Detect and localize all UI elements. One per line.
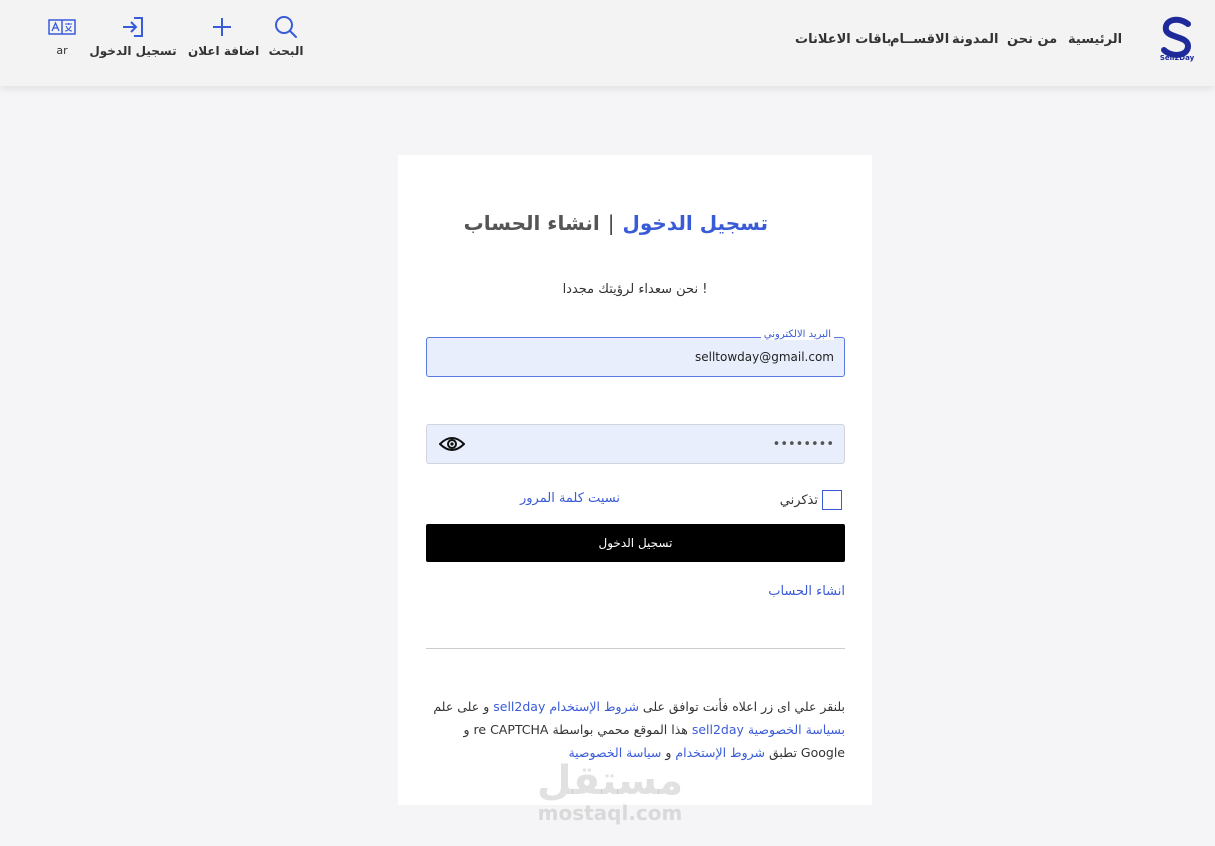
eye-icon[interactable] <box>439 435 465 453</box>
search-label: البحث <box>268 44 304 58</box>
tab-separator: | <box>607 211 615 235</box>
password-field-wrapper <box>426 424 845 464</box>
privacy-policy-link[interactable]: بسياسة الخصوصية sell2day <box>692 722 845 737</box>
watermark: مستقل mostaql.com <box>520 760 700 824</box>
terms-text-2: و على علم <box>433 699 494 714</box>
watermark-english: mostaql.com <box>537 801 683 825</box>
forgot-password-link[interactable]: نسيت كلمة المرور <box>520 491 620 506</box>
add-ad-label: اضافة اعلان <box>188 44 260 58</box>
login-button[interactable]: تسجيل الدخول <box>88 14 178 58</box>
auth-tabs: تسجيل الدخول | انشاء الحساب <box>464 211 768 235</box>
watermark-arabic: مستقل <box>536 758 684 804</box>
logo-text: Sell2Day <box>1159 54 1195 62</box>
search-button[interactable]: البحث <box>266 14 306 58</box>
terms-notice: بلنقر علي اى زر اعلاه فأنت توافق على شرو… <box>426 695 845 764</box>
terms-of-use-link[interactable]: شروط الإستخدام sell2day <box>493 699 639 714</box>
tab-login[interactable]: تسجيل الدخول <box>623 211 768 235</box>
email-input[interactable] <box>427 338 844 376</box>
login-submit-button[interactable]: تسجيل الدخول <box>426 524 845 562</box>
login-arrow-icon <box>123 17 143 37</box>
top-header: Sell2Day الرئيسية من نحن المدونة الاقســ… <box>0 0 1215 86</box>
password-input[interactable] <box>427 425 844 463</box>
nav-about[interactable]: من نحن <box>1007 32 1057 47</box>
create-account-link[interactable]: انشاء الحساب <box>768 584 845 599</box>
divider <box>426 648 845 649</box>
nav-sections[interactable]: الاقســام <box>890 32 949 47</box>
remember-checkbox[interactable] <box>822 490 842 510</box>
nav-home[interactable]: الرئيسية <box>1068 32 1122 47</box>
tab-register[interactable]: انشاء الحساب <box>464 211 600 235</box>
login-label: تسجيل الدخول <box>89 44 177 58</box>
language-label: ar <box>56 44 68 57</box>
add-ad-button[interactable]: اضافة اعلان <box>188 14 260 58</box>
nav-packages[interactable]: باقات الاعلانات <box>795 32 891 47</box>
email-field-wrapper: البريد الالكتروني <box>426 329 845 377</box>
plus-icon <box>213 18 231 36</box>
translate-icon <box>48 19 76 35</box>
search-icon <box>275 16 297 38</box>
terms-text-1: بلنقر علي اى زر اعلاه فأنت توافق على <box>638 699 845 714</box>
email-label: البريد الالكتروني <box>760 329 834 340</box>
google-terms-link[interactable]: شروط الإستخدام <box>675 745 765 760</box>
welcome-message: نحن سعداء لرؤيتك مجددا ! <box>562 282 708 297</box>
nav-blog[interactable]: المدونة <box>952 32 998 47</box>
language-switch[interactable]: ar <box>46 14 78 57</box>
remember-label: تذكرني <box>779 492 818 508</box>
login-card: تسجيل الدخول | انشاء الحساب نحن سعداء لرؤي… <box>398 155 872 805</box>
remember-me: تذكرني <box>780 490 842 510</box>
